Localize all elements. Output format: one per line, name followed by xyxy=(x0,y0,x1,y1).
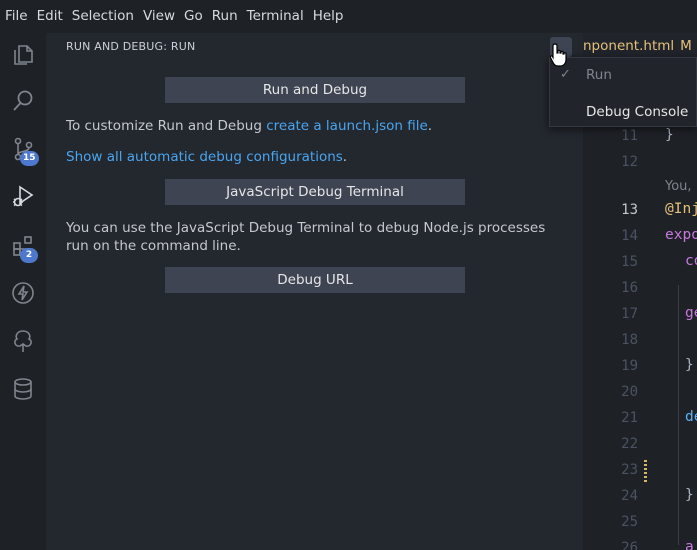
js-debug-terminal-button[interactable]: JavaScript Debug Terminal xyxy=(165,179,465,205)
show-configs-end: . xyxy=(342,149,348,165)
dropdown-item-debug-console[interactable]: Debug Console xyxy=(550,99,697,125)
files-icon xyxy=(14,45,33,65)
hand-cursor-icon xyxy=(549,43,567,67)
run-debug-icon xyxy=(13,185,34,207)
customize-label: To customize Run and Debug xyxy=(66,118,267,134)
code-line-21: de xyxy=(685,409,697,425)
lightning-icon xyxy=(12,282,34,304)
modified-indicator: M xyxy=(680,38,692,54)
line-number: 16 xyxy=(621,280,638,296)
search-icon xyxy=(13,90,33,111)
line-number: 11 xyxy=(621,128,638,144)
menu-selection[interactable]: Selection xyxy=(68,0,138,33)
menu-edit[interactable]: Edit xyxy=(33,0,67,33)
show-all-configs-link[interactable]: Show all automatic debug configurations xyxy=(66,149,343,165)
database-icon xyxy=(14,378,32,400)
activity-explorer[interactable] xyxy=(0,33,46,77)
dropdown-item-label: Run xyxy=(586,67,612,83)
activity-tree[interactable] xyxy=(0,319,46,363)
menu-help[interactable]: Help xyxy=(309,0,348,33)
run-debug-panel: RUN AND DEBUG: RUN Run and Debug To cust… xyxy=(46,33,583,550)
line-number: 25 xyxy=(621,514,638,530)
code-line-15: co xyxy=(685,253,697,269)
line-number: 24 xyxy=(621,488,638,504)
line-number: 19 xyxy=(621,358,638,374)
line-number: 17 xyxy=(621,306,638,322)
code-line-14: expo xyxy=(665,227,697,243)
dropdown-item-run[interactable]: ✓ Run xyxy=(550,62,697,88)
menu-go[interactable]: Go xyxy=(180,0,207,33)
code-line-26: a xyxy=(685,539,694,550)
run-and-debug-button[interactable]: Run and Debug xyxy=(165,77,465,103)
source-control-badge: 15 xyxy=(20,151,39,166)
line-number: 15 xyxy=(621,254,638,270)
line-number-active: 13 xyxy=(621,202,638,218)
dropdown-item-label: Debug Console xyxy=(586,104,689,120)
code-line-17: ge xyxy=(685,305,697,321)
tab-title: nponent.html xyxy=(583,38,675,54)
menu-view[interactable]: View xyxy=(139,0,179,33)
indent-guide xyxy=(678,285,679,545)
activity-run-debug[interactable] xyxy=(0,174,46,218)
js-terminal-description: You can use the JavaScript Debug Termina… xyxy=(66,220,546,254)
line-number: 12 xyxy=(621,154,638,170)
activity-search[interactable] xyxy=(0,79,46,123)
editor-tab[interactable]: nponent.html M xyxy=(583,33,697,59)
panel-title: RUN AND DEBUG: RUN xyxy=(66,40,196,53)
activity-extensions[interactable]: 2 xyxy=(0,224,46,268)
line-number: 18 xyxy=(621,332,638,348)
line-number: 22 xyxy=(621,436,638,452)
modified-gutter-marker xyxy=(644,460,647,482)
git-blame-annotation: You, xyxy=(665,179,692,194)
customize-end: . xyxy=(427,118,433,134)
code-line-11: } xyxy=(665,127,674,143)
show-configs-text: Show all automatic debug configurations. xyxy=(66,148,566,166)
extensions-badge: 2 xyxy=(20,248,38,263)
activity-bar: 15 2 xyxy=(0,33,46,550)
tab-filename: nponent.html M xyxy=(583,38,692,54)
tree-icon xyxy=(14,330,32,352)
line-number: 21 xyxy=(621,410,638,426)
run-view-dropdown-menu: ✓ Run Debug Console xyxy=(549,57,697,127)
debug-url-button[interactable]: Debug URL xyxy=(165,267,465,293)
code-line-19: } xyxy=(685,357,694,373)
menu-file[interactable]: File xyxy=(1,0,32,33)
customize-text: To customize Run and Debug create a laun… xyxy=(66,117,566,135)
activity-database[interactable] xyxy=(0,367,46,411)
code-line-24: } xyxy=(685,487,694,503)
menu-terminal[interactable]: Terminal xyxy=(243,0,308,33)
code-line-13: @Inj xyxy=(665,201,697,217)
activity-thunder[interactable] xyxy=(0,271,46,315)
menu-bar: File Edit Selection View Go Run Terminal… xyxy=(0,0,697,33)
line-number: 14 xyxy=(621,228,638,244)
line-number: 20 xyxy=(621,384,638,400)
line-number: 23 xyxy=(621,462,638,478)
activity-source-control[interactable]: 15 xyxy=(0,127,46,171)
menu-run[interactable]: Run xyxy=(208,0,242,33)
line-number: 26 xyxy=(621,540,638,550)
create-launch-json-link[interactable]: create a launch.json file xyxy=(266,118,428,134)
